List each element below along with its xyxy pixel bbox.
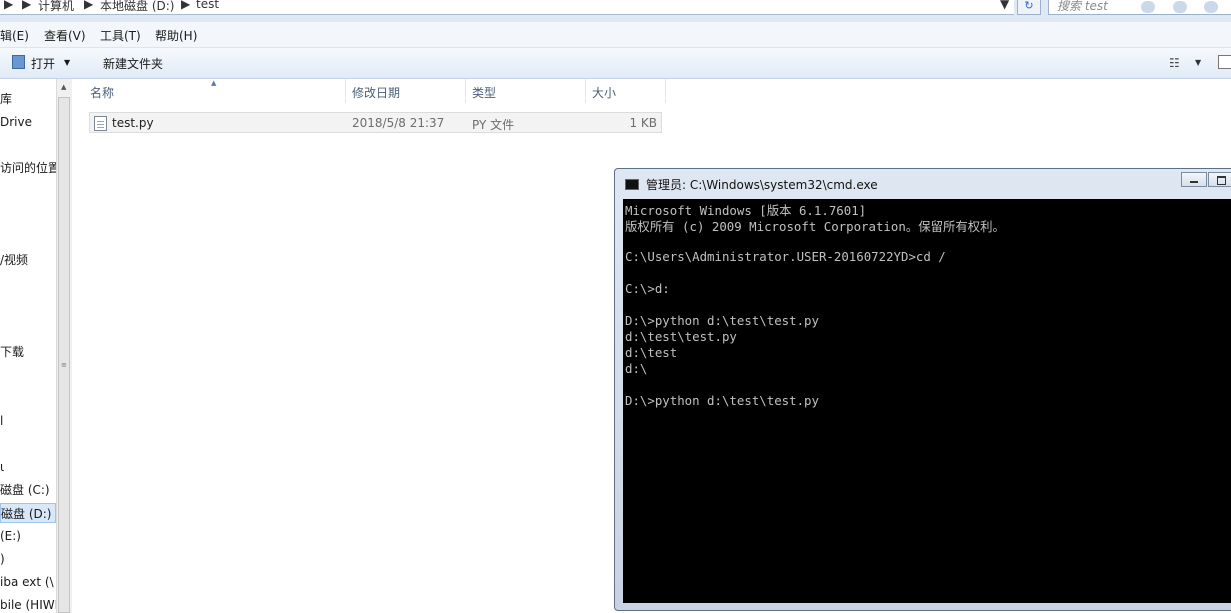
open-icon (12, 55, 25, 69)
sort-ascending-icon: ▲ (211, 79, 217, 87)
column-size-label: 大小 (592, 86, 617, 100)
nav-item[interactable]: ) (0, 549, 5, 569)
nav-item[interactable]: Drive (0, 112, 32, 132)
file-size: 1 KB (629, 116, 657, 130)
nav-item[interactable]: 访问的位置 (0, 158, 56, 178)
file-icon (94, 116, 107, 131)
console-output[interactable]: Microsoft Windows [版本 6.1.7601] 版权所有 (c)… (623, 199, 1231, 603)
refresh-button[interactable]: ↻ (1017, 0, 1041, 15)
file-type: PY 文件 (472, 118, 515, 132)
console-line: d:\test\test.py (625, 329, 737, 344)
chevron-right-icon[interactable]: ▶ (22, 0, 31, 11)
console-line: d:\test (625, 345, 678, 360)
file-name: test.py (112, 116, 154, 130)
minimize-button[interactable] (1181, 172, 1207, 187)
console-line: d:\ (625, 361, 648, 376)
cmd-icon (625, 179, 639, 190)
file-date: 2018/5/8 21:37 (352, 116, 445, 130)
view-options-icon[interactable]: ☷ (1169, 56, 1180, 70)
chevron-right-icon[interactable]: ▶ (84, 0, 93, 11)
breadcrumb-computer[interactable]: 计算机 (38, 0, 74, 14)
address-bar: ▶ ▶ 计算机 ▶ 本地磁盘 (D:) ▶ test ▼ ↻ 搜索 test (0, 0, 1231, 22)
column-type[interactable]: 类型 (466, 79, 586, 103)
scroll-up-icon[interactable]: ▲ (61, 83, 66, 91)
refresh-icon: ↻ (1024, 0, 1034, 12)
column-headers: 名称 ▲ 修改日期 类型 大小 (72, 79, 666, 103)
column-date-label: 修改日期 (352, 86, 401, 100)
menu-help[interactable]: 帮助(H) (155, 27, 197, 44)
address-dropdown-icon[interactable]: ▼ (1000, 0, 1009, 11)
command-bar: 打开 ▼ 新建文件夹 ☷ ▼ (0, 48, 1231, 79)
breadcrumb-test[interactable]: test (196, 0, 219, 11)
column-name-label: 名称 (90, 86, 115, 100)
decorative-icon (1173, 1, 1187, 13)
column-size[interactable]: 大小 (586, 79, 666, 103)
preview-pane-icon[interactable] (1218, 55, 1231, 69)
nav-item[interactable]: ι (0, 457, 4, 477)
breadcrumb-drive-d[interactable]: 本地磁盘 (D:) (100, 0, 174, 14)
menu-tools[interactable]: 工具(T) (100, 27, 141, 44)
menu-bar: 辑(E) 查看(V) 工具(T) 帮助(H) (0, 22, 1231, 48)
console-line: D:\>python d:\test\test.py (625, 393, 819, 408)
nav-item[interactable]: 磁盘 (C:) (0, 480, 50, 500)
search-input[interactable]: 搜索 test (1048, 0, 1231, 15)
nav-item[interactable]: 库 (0, 89, 12, 109)
menu-view[interactable]: 查看(V) (44, 27, 86, 44)
column-date[interactable]: 修改日期 (346, 79, 466, 103)
scroll-grip-icon: ≡ (61, 361, 67, 369)
column-type-label: 类型 (472, 86, 497, 100)
cmd-window-title: 管理员: C:\Windows\system32\cmd.exe (646, 178, 878, 192)
open-button[interactable]: 打开 (31, 55, 55, 72)
nav-item[interactable]: /视频 (0, 250, 28, 270)
nav-item[interactable]: (E:) (0, 526, 21, 546)
console-line: C:\Users\Administrator.USER-20160722YD>c… (625, 249, 946, 264)
nav-item[interactable]: 下载 (0, 342, 24, 362)
console-line: C:\>d: (625, 281, 670, 296)
nav-item[interactable]: l (0, 411, 3, 431)
console-line: 版权所有 (c) 2009 Microsoft Corporation。保留所有… (625, 219, 1005, 234)
address-breadcrumb[interactable]: ▶ ▶ 计算机 ▶ 本地磁盘 (D:) ▶ test ▼ (0, 0, 1014, 15)
open-dropdown-icon[interactable]: ▼ (64, 58, 70, 67)
chevron-right-icon[interactable]: ▶ (181, 0, 190, 11)
search-icon[interactable] (1141, 1, 1155, 13)
nav-item[interactable]: iba ext (\ (0, 572, 54, 592)
navigation-pane: 库 Drive 访问的位置 /视频 下载 l ι 磁盘 (C:) 磁盘 (D:)… (0, 79, 56, 613)
nav-scrollbar[interactable]: ▲ ≡ (56, 79, 72, 613)
file-row[interactable]: test.py 2018/5/8 21:37 PY 文件 1 KB (89, 112, 662, 133)
nav-item-selected[interactable]: 磁盘 (D:) (0, 503, 56, 523)
new-folder-button[interactable]: 新建文件夹 (103, 55, 163, 72)
console-line: D:\>python d:\test\test.py (625, 313, 819, 328)
search-placeholder: 搜索 test (1057, 0, 1108, 13)
scrollbar-thumb[interactable] (58, 97, 70, 613)
nav-item[interactable]: bile (HIWI (0, 595, 56, 613)
menu-edit[interactable]: 辑(E) (0, 27, 29, 44)
folder-icon: ▶ (4, 0, 14, 11)
decorative-icon (1204, 1, 1218, 13)
view-dropdown-icon[interactable]: ▼ (1195, 58, 1201, 67)
maximize-button[interactable] (1208, 172, 1231, 187)
cmd-window[interactable]: 管理员: C:\Windows\system32\cmd.exe Microso… (614, 168, 1231, 611)
